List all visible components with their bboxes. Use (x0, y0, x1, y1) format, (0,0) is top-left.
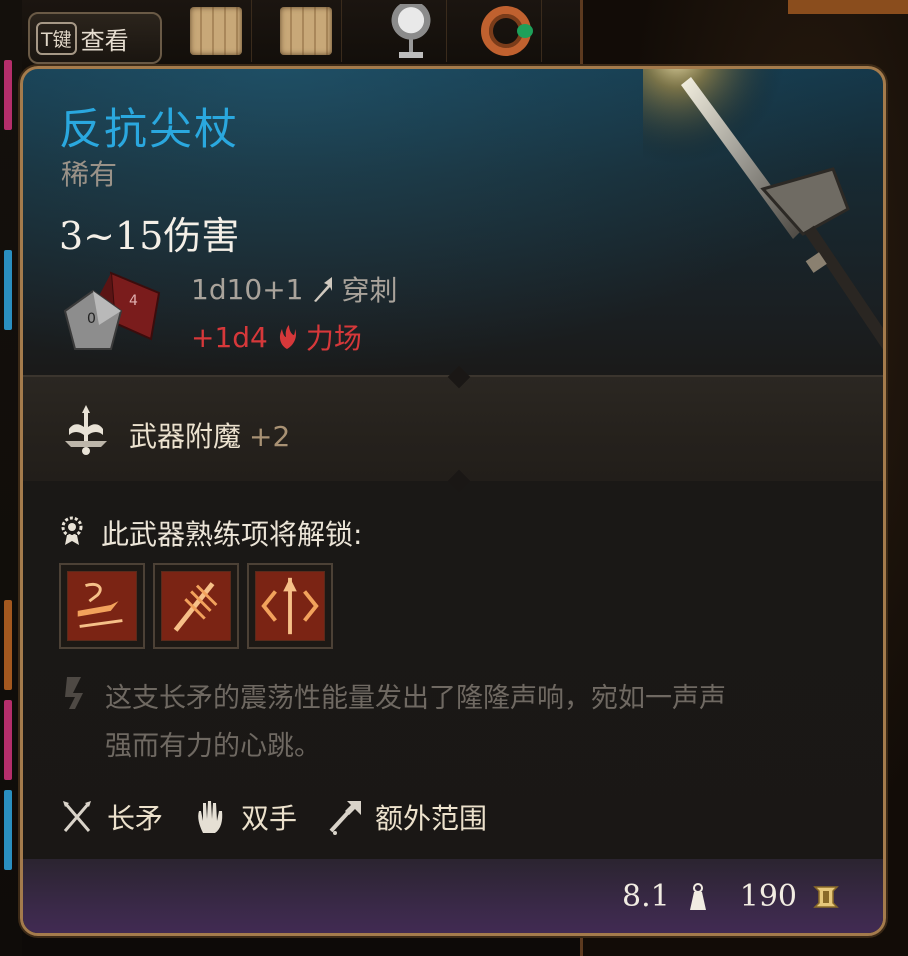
proficiency-title: 此武器熟练项将解锁: (101, 518, 363, 551)
item-name: 反抗尖杖 (59, 105, 239, 155)
enchantment-icon (65, 405, 107, 455)
weapon-properties: 长矛 双手 额外范围 (59, 797, 517, 837)
svg-text:4: 4 (129, 293, 138, 309)
scroll-icon (189, 7, 242, 55)
proficiency-action-2[interactable] (153, 563, 239, 649)
dice-icon: 4 0 (63, 271, 161, 350)
proficiency-action-1[interactable] (59, 563, 145, 649)
force-icon (279, 325, 296, 349)
base-damage-roll: 1d10+1 穿刺 (191, 269, 398, 309)
flavor-text: 这支长矛的震荡性能量发出了隆隆声响，宛如一声声 强而有力的心跳。 (105, 675, 865, 771)
bonus-damage-roll: +1d4 力场 (191, 317, 362, 357)
reach-icon (329, 801, 362, 835)
damage-range: 3~15伤害 (59, 214, 240, 258)
gold-icon (813, 885, 839, 908)
scroll-icon (279, 7, 332, 55)
two-handed-icon (198, 801, 223, 833)
property-label: 额外范围 (375, 802, 488, 835)
svg-text:0: 0 (87, 311, 96, 327)
quote-icon (65, 677, 83, 709)
property-label: 双手 (241, 802, 298, 835)
property-spear[interactable]: 长矛 (59, 797, 163, 837)
item-footer: 8.1 190 (23, 859, 883, 933)
property-label: 长矛 (107, 802, 164, 835)
inventory-slot[interactable] (180, 0, 252, 62)
weight-icon (689, 882, 706, 910)
flavor-text-line: 强而有力的心跳。 (105, 731, 321, 762)
key-hint-label: 查看 (80, 26, 129, 55)
action-icon-3 (255, 571, 325, 641)
proficiency-action-3[interactable] (247, 563, 333, 649)
inspect-key-hint[interactable]: T键 查看 (28, 12, 162, 64)
item-tooltip: 反抗尖杖 稀有 3~15伤害 4 0 1d10+1 穿刺 +1d4 力场 武器附… (20, 66, 886, 936)
enchantment-line: 武器附魔 +2 (129, 415, 290, 455)
ring-icon (480, 6, 533, 56)
damage-type: 穿刺 (341, 274, 398, 307)
action-icon-2 (161, 571, 231, 641)
damage-dice: 1d10+1 (191, 272, 304, 306)
inventory-slot[interactable] (270, 0, 342, 62)
item-weight: 8.1 (622, 879, 670, 914)
item-rarity: 稀有 (61, 158, 118, 191)
proficiency-icon (61, 516, 83, 545)
spear-type-icon (63, 801, 91, 832)
inventory-sidebar (0, 0, 22, 956)
action-icon-1 (67, 571, 137, 641)
enchantment-value: +2 (249, 420, 291, 453)
property-reach[interactable]: 额外范围 (327, 797, 487, 837)
flavor-text-line: 这支长矛的震荡性能量发出了隆隆声响，宛如一声声 (105, 683, 726, 714)
damage-type: 力场 (305, 322, 362, 355)
keyboard-key: T键 (36, 21, 77, 55)
item-price: 190 (739, 879, 797, 914)
trophy-icon (390, 4, 431, 58)
spear-icon (643, 69, 883, 366)
enchantment-label: 武器附魔 (129, 420, 242, 453)
piercing-icon (313, 277, 332, 302)
inventory-slot[interactable] (470, 0, 542, 62)
damage-dice: +1d4 (191, 320, 268, 354)
property-two-handed[interactable]: 双手 (193, 797, 297, 837)
inventory-slot[interactable] (375, 0, 447, 62)
